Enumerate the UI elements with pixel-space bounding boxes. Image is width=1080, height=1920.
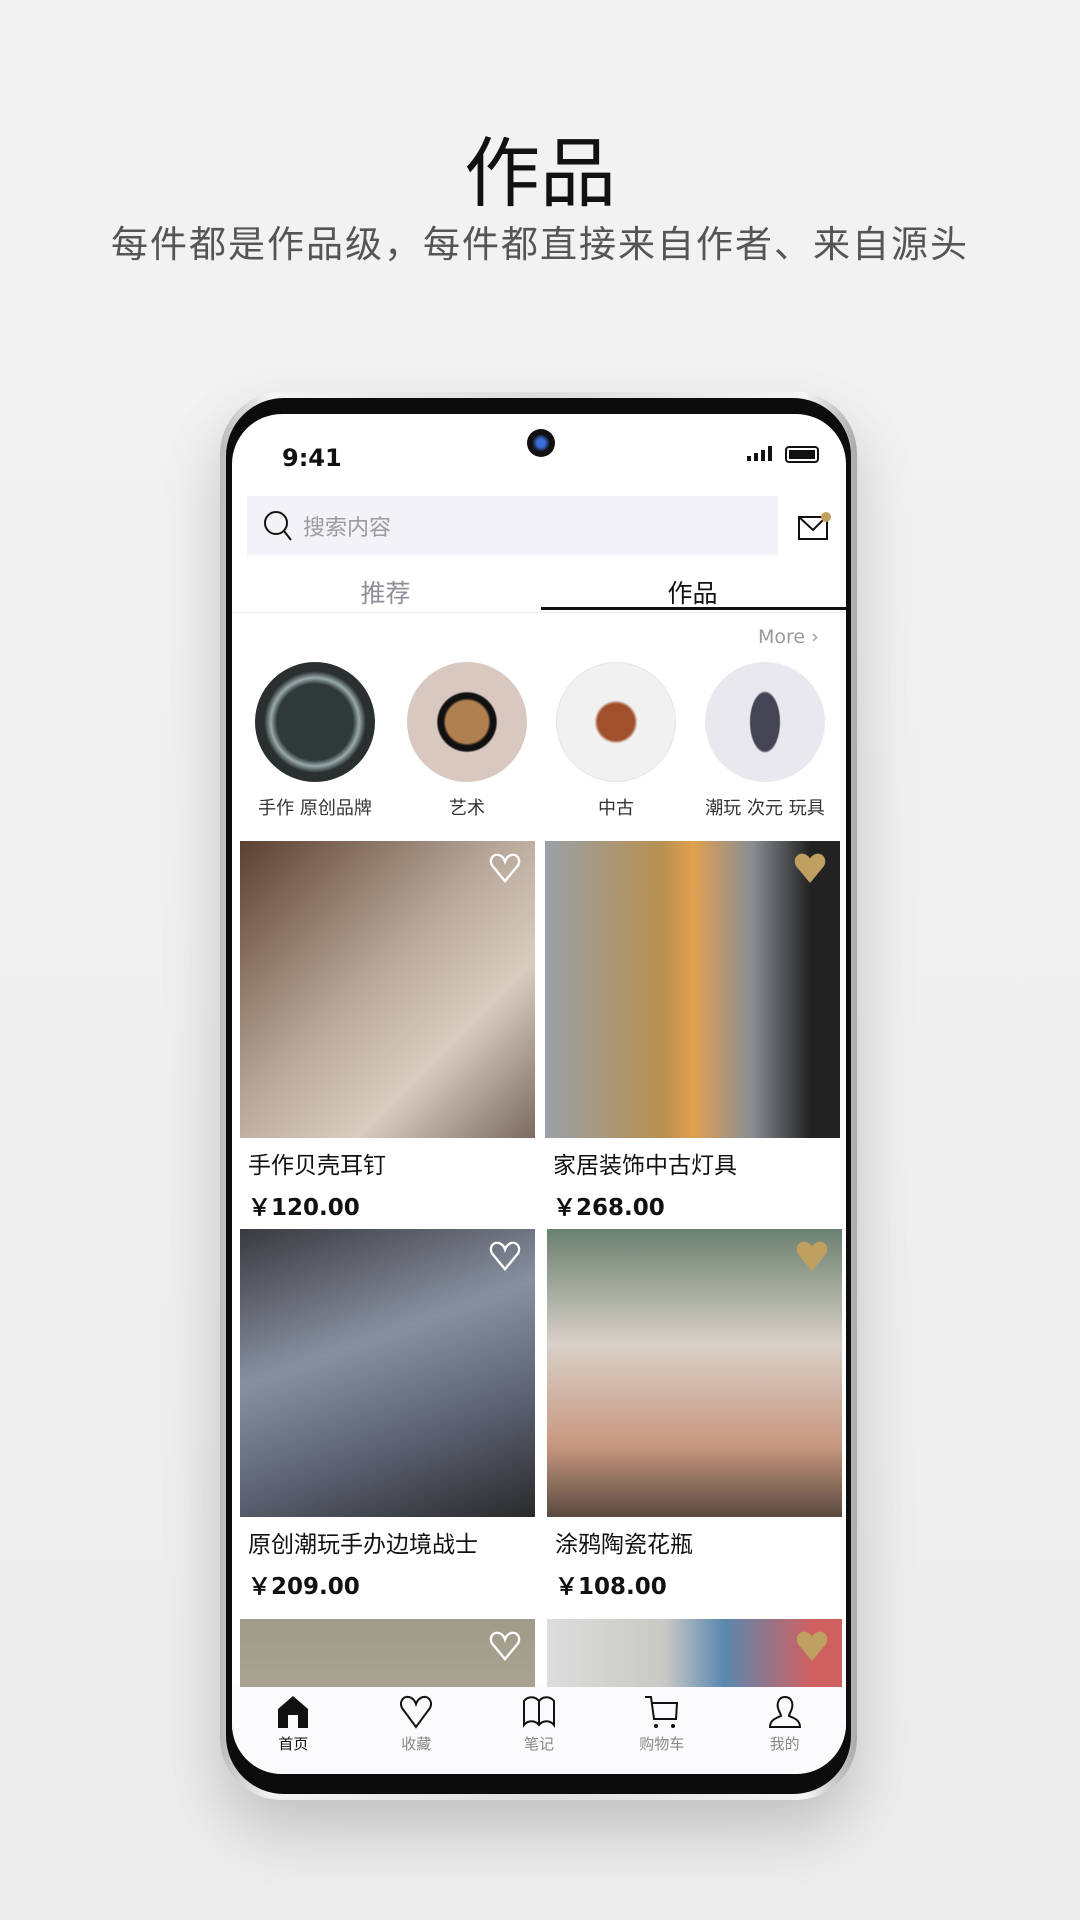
product-title: 手作贝壳耳钉 [248,1153,386,1179]
phone-screen: 9:41 搜索内容 推荐 作品 More › 手作 原创品牌 艺术 中古 潮玩 … [232,414,846,1774]
search-icon [264,510,292,541]
heart-icon [400,1695,433,1729]
nav-notes[interactable]: 笔记 [478,1687,601,1774]
battery-icon [785,446,819,463]
tab-active-indicator [541,607,846,610]
nav-label: 收藏 [401,1735,432,1753]
more-link[interactable]: More › [758,626,819,648]
category-image [255,662,375,782]
signal-icon [747,446,772,461]
home-icon [278,1696,309,1728]
more-label: More [758,626,806,648]
category-label: 中古 [598,798,634,819]
search-placeholder: 搜索内容 [303,515,392,541]
chevron-right-icon: › [811,626,819,648]
nav-label: 笔记 [523,1735,554,1753]
status-time: 9:41 [282,444,342,472]
category-vintage[interactable]: 中古 [551,662,681,820]
nav-label: 购物车 [639,1735,685,1753]
nav-cart[interactable]: 购物车 [600,1687,723,1774]
category-handmade[interactable]: 手作 原创品牌 [250,662,380,820]
tab-works[interactable]: 作品 [539,574,846,610]
category-label: 艺术 [449,798,485,819]
category-toys[interactable]: 潮玩 次元 玩具 [700,662,830,820]
product-image [240,841,535,1138]
product-card[interactable]: 原创潮玩手办边境战士 ￥209.00 [240,1229,535,1601]
tab-divider [232,612,846,613]
user-icon [768,1695,801,1728]
category-label: 手作 原创品牌 [258,798,372,819]
nav-label: 首页 [278,1735,309,1753]
product-card[interactable]: 家居装饰中古灯具 ￥268.00 [545,841,840,1222]
nav-profile[interactable]: 我的 [723,1687,846,1774]
product-card[interactable]: 涂鸦陶瓷花瓶 ￥108.00 [547,1229,842,1601]
search-input[interactable]: 搜索内容 [247,496,778,555]
product-image [240,1229,535,1517]
nav-favorites[interactable]: 收藏 [355,1687,478,1774]
category-image [407,662,527,782]
favorite-heart-icon[interactable] [489,1241,521,1271]
category-image [556,662,676,782]
product-image [547,1229,842,1517]
book-icon [522,1696,555,1728]
favorite-heart-icon[interactable] [796,1241,828,1271]
favorite-heart-icon[interactable] [489,853,521,883]
bottom-nav: 首页 收藏 笔记 购物车 我的 [232,1687,846,1774]
product-title: 涂鸦陶瓷花瓶 [555,1532,693,1558]
product-title: 家居装饰中古灯具 [553,1153,737,1179]
category-label: 潮玩 次元 玩具 [705,798,825,819]
product-price: ￥209.00 [248,1574,360,1600]
product-price: ￥268.00 [553,1195,665,1221]
mail-icon[interactable] [797,512,833,542]
favorite-heart-icon[interactable] [794,853,826,883]
product-price: ￥120.00 [248,1195,360,1221]
page-subtitle: 每件都是作品级，每件都直接来自作者、来自源头 [111,223,969,266]
product-image [545,841,840,1138]
category-image [705,662,825,782]
favorite-heart-icon[interactable] [489,1631,521,1661]
product-price: ￥108.00 [555,1574,667,1600]
cart-icon [644,1696,678,1728]
tab-recommend[interactable]: 推荐 [232,574,539,610]
nav-label: 我的 [769,1735,800,1753]
product-card[interactable]: 手作贝壳耳钉 ￥120.00 [240,841,535,1222]
nav-home[interactable]: 首页 [232,1687,355,1774]
category-art[interactable]: 艺术 [402,662,532,820]
product-title: 原创潮玩手办边境战士 [248,1532,478,1558]
camera [527,429,555,457]
favorite-heart-icon[interactable] [796,1631,828,1661]
page-title: 作品 [464,129,616,218]
